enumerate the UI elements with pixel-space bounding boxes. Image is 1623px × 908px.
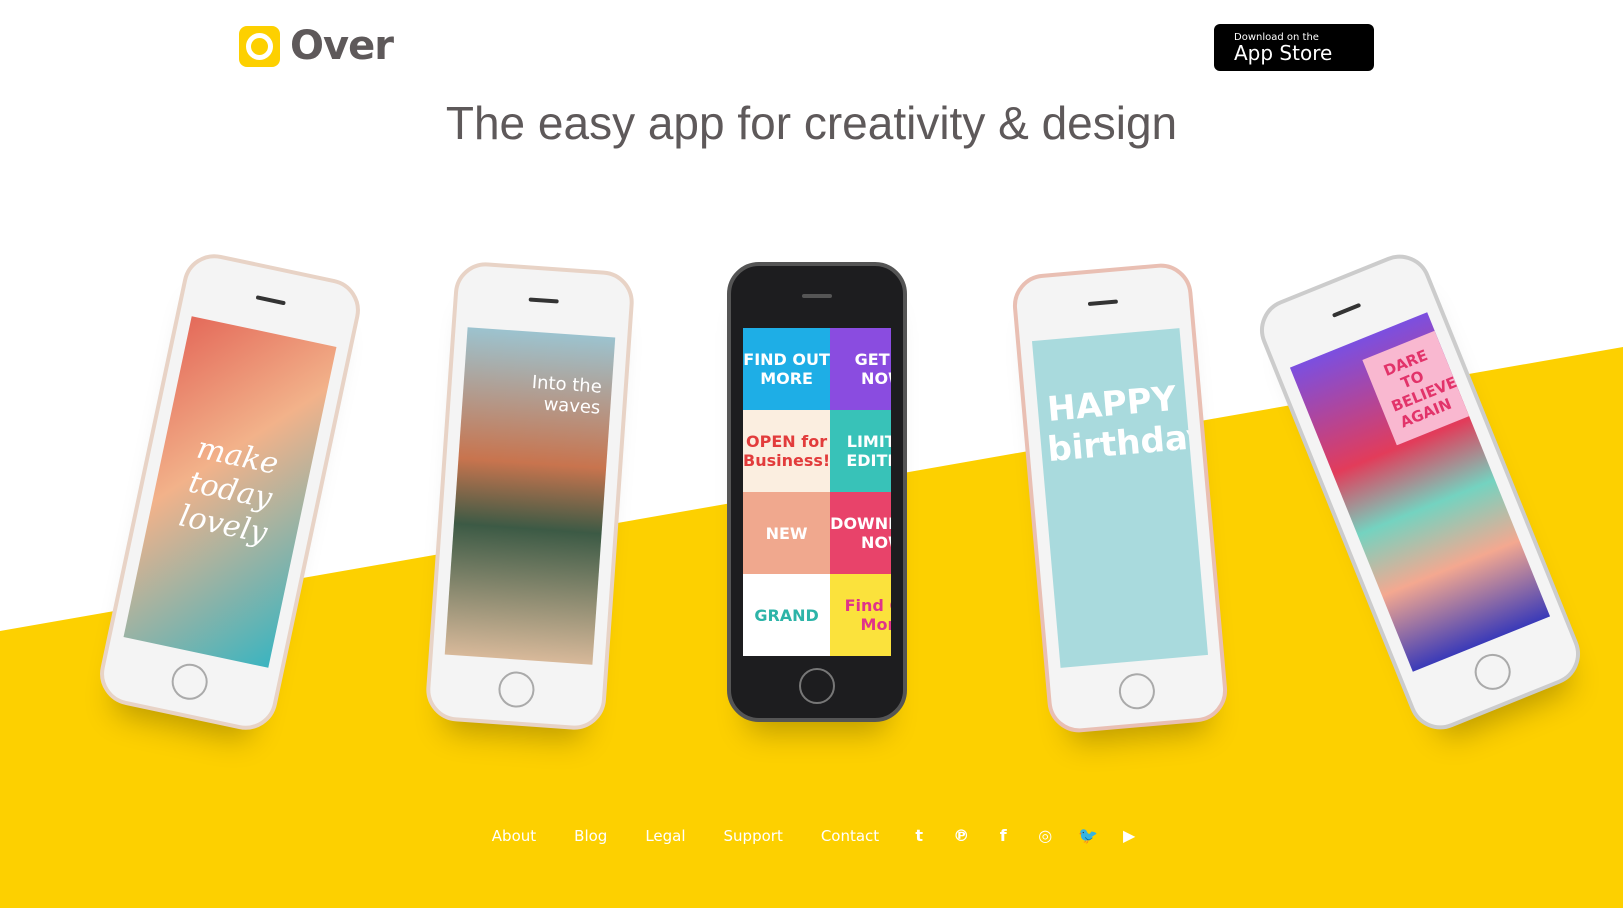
headline: The easy app for creativity & design	[445, 97, 1178, 149]
footer-link-blog[interactable]: Blog	[574, 827, 607, 845]
logo-mark-icon	[239, 25, 280, 67]
tile: DOWNLOAD NOW	[830, 492, 891, 574]
tile: NEW	[743, 492, 831, 574]
phone-3: FIND OUT MORE GET IT NOW OPEN for Busine…	[727, 262, 907, 722]
phone-screen-text: HAPPY birthday	[1045, 378, 1209, 471]
facebook-icon[interactable]: f	[994, 826, 1012, 845]
tile: GET IT NOW	[830, 328, 891, 410]
twitter-icon[interactable]: 🐦	[1078, 826, 1098, 845]
appstore-line2: App Store	[1234, 41, 1333, 65]
footer: About Blog Legal Support Contact t ℗ f ◎…	[0, 826, 1623, 845]
footer-link-about[interactable]: About	[492, 827, 536, 845]
tile: FIND OUT MORE	[743, 328, 831, 410]
tile: OPEN for Business!	[743, 410, 830, 492]
tile: LIMITED EDITION	[830, 410, 891, 492]
phone-2: Into the waves	[424, 260, 636, 732]
phone-screen-text: Into the waves	[531, 371, 603, 419]
logo[interactable]: Over	[239, 23, 394, 69]
phone-screen-text: DARE TO BELIEVE AGAIN	[1362, 330, 1470, 446]
footer-link-contact[interactable]: Contact	[821, 827, 879, 845]
youtube-icon[interactable]: ▶	[1120, 826, 1138, 845]
footer-link-support[interactable]: Support	[724, 827, 783, 845]
tile: Find Out More	[830, 574, 891, 656]
instagram-icon[interactable]: ◎	[1036, 826, 1054, 845]
tumblr-icon[interactable]: t	[910, 826, 928, 845]
tile: GRAND	[743, 574, 831, 656]
logo-text: Over	[290, 23, 394, 69]
pinterest-icon[interactable]: ℗	[952, 826, 970, 845]
footer-link-legal[interactable]: Legal	[645, 827, 685, 845]
app-store-button[interactable]: Download on the App Store	[1214, 24, 1374, 71]
